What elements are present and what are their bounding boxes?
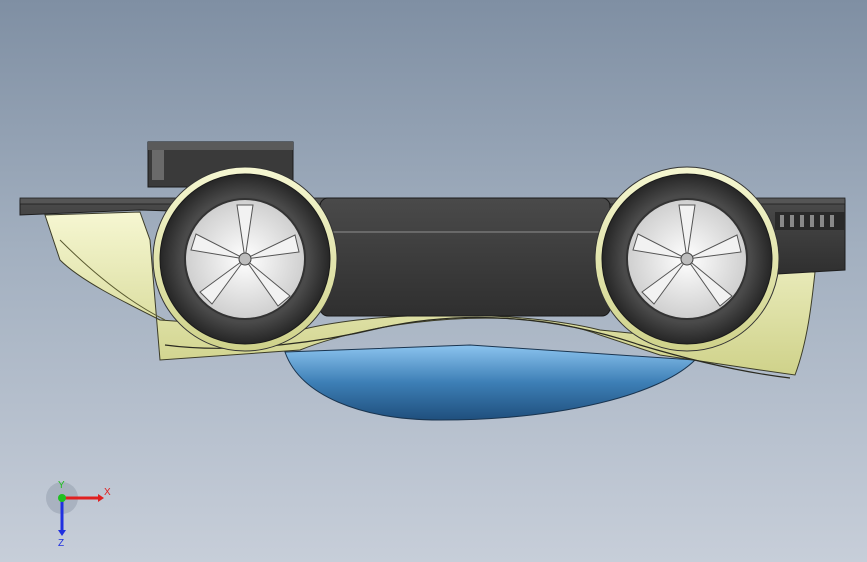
axis-triad: X Y Z <box>46 480 111 549</box>
underside-panel <box>284 344 697 421</box>
car-model-view[interactable] <box>0 0 867 562</box>
z-axis-label: Z <box>58 538 64 549</box>
motor-housing <box>319 197 611 317</box>
y-axis-label: Y <box>58 480 65 491</box>
rear-wheel <box>594 166 780 352</box>
y-axis-dot <box>58 494 66 502</box>
x-axis-label: X <box>104 487 111 498</box>
gear-rack <box>775 212 845 230</box>
front-wheel <box>152 166 338 352</box>
3d-viewport[interactable]: X Y Z <box>0 0 867 562</box>
